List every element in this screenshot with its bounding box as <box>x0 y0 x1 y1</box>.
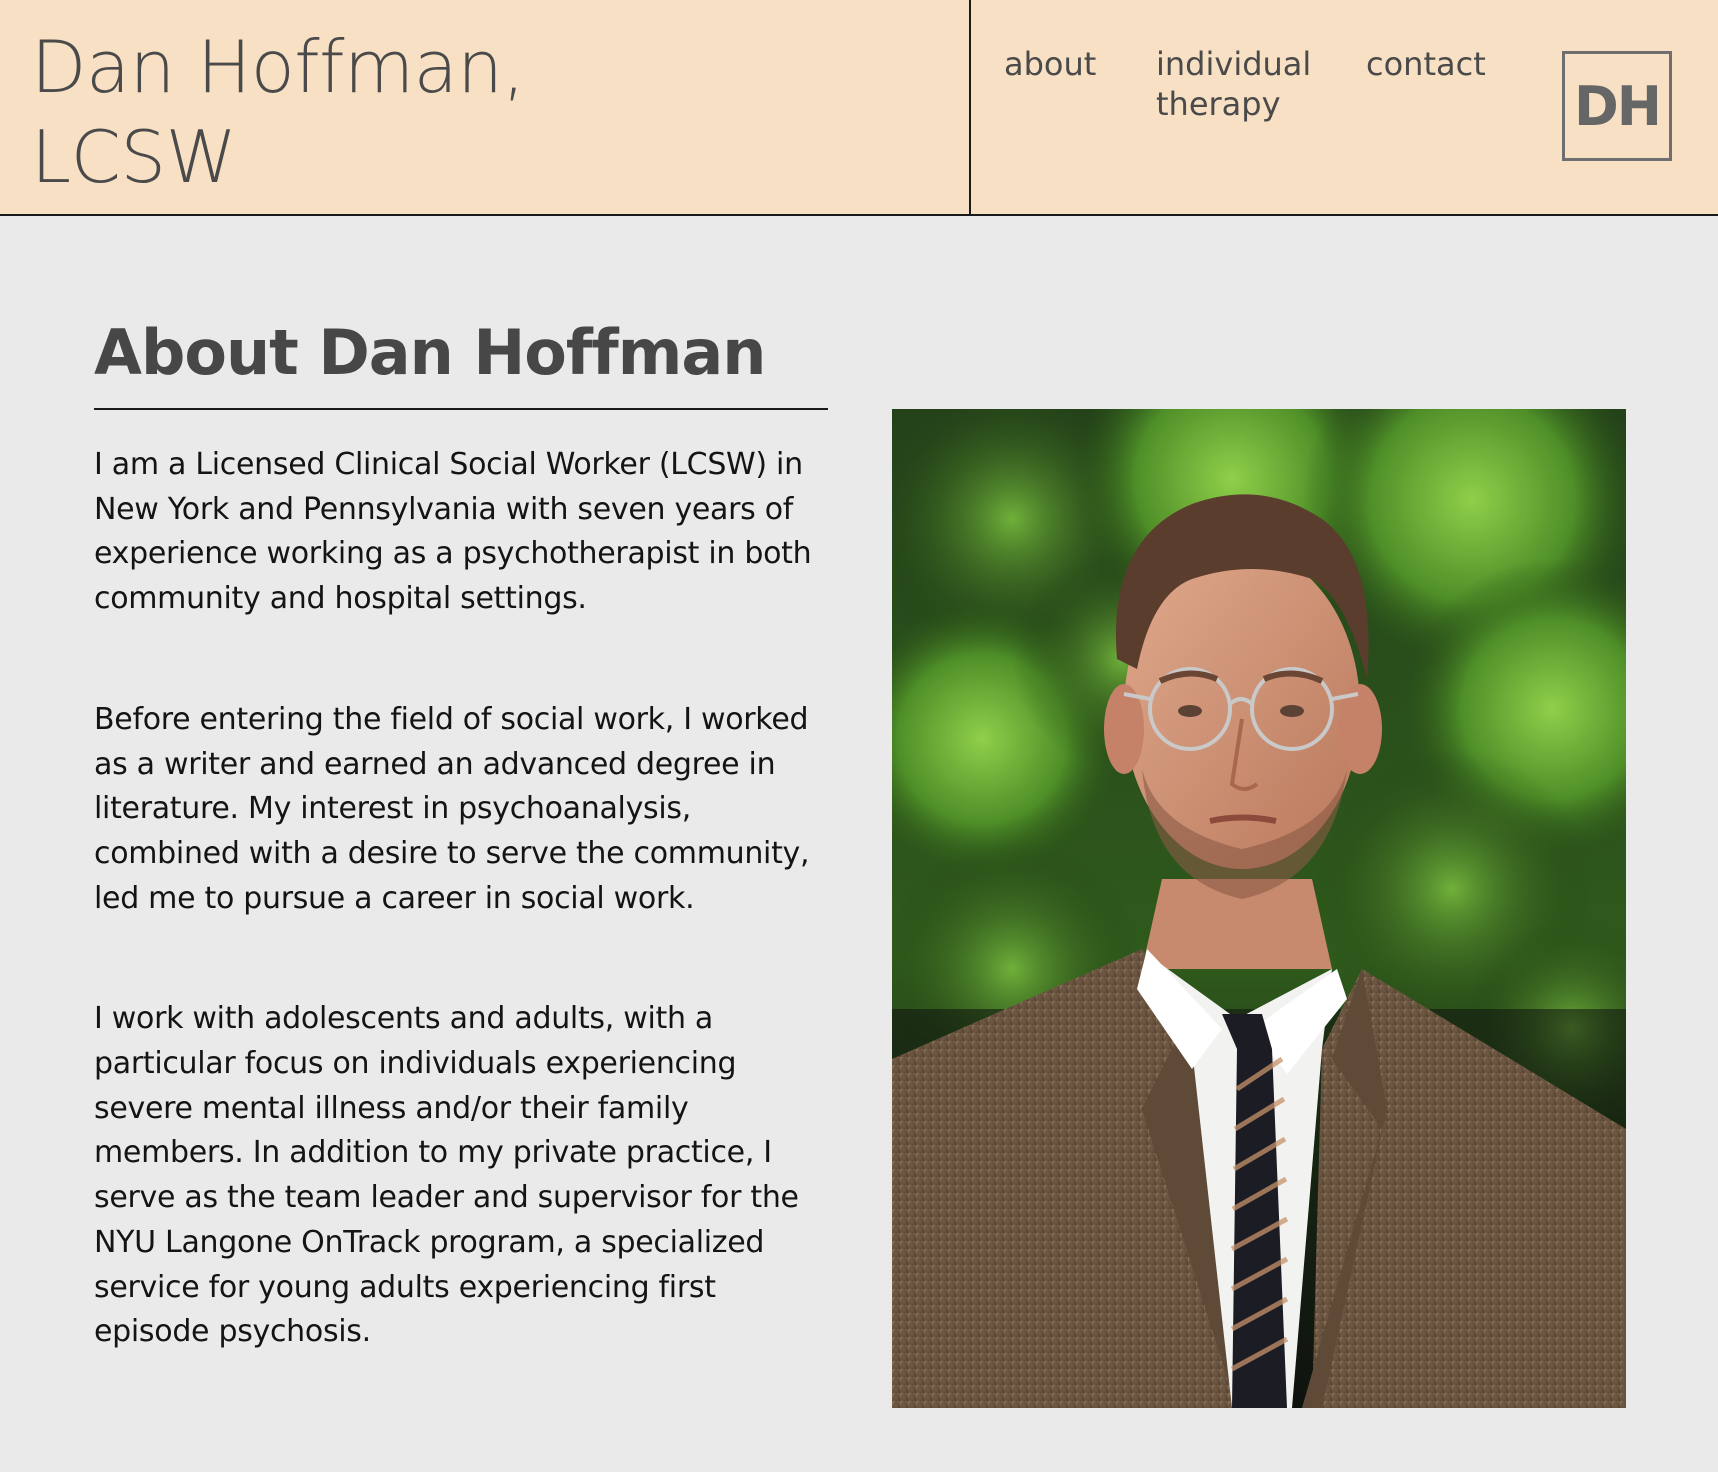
heading-divider <box>94 408 828 410</box>
nav-link-individual-therapy-line1[interactable]: individual <box>1156 44 1311 84</box>
site-header: Dan Hoffman, LCSW about individual thera… <box>0 0 1718 216</box>
nav-link-contact[interactable]: contact <box>1366 44 1486 84</box>
portrait-photo <box>892 409 1626 1408</box>
bio-paragraph-3: I work with adolescents and adults, with… <box>94 1001 799 1350</box>
bio-paragraph-2: Before entering the field of social work… <box>94 701 810 916</box>
site-title-name[interactable]: Dan Hoffman, <box>31 22 931 112</box>
bio-paragraph-1: I am a Licensed Clinical Social Worker (… <box>94 447 812 617</box>
bio-text: I am a Licensed Clinical Social Worker (… <box>94 443 834 1431</box>
page-title: About Dan Hoffman <box>94 316 766 389</box>
dh-logo[interactable]: DH <box>1562 51 1672 161</box>
header-divider <box>969 0 971 216</box>
site-title-credential[interactable]: LCSW <box>31 112 931 202</box>
nav-link-about[interactable]: about <box>1004 44 1096 84</box>
nav-link-individual-therapy-line2[interactable]: therapy <box>1156 84 1311 124</box>
nav-link-individual-therapy[interactable]: individual therapy <box>1156 44 1311 124</box>
site-title[interactable]: Dan Hoffman, LCSW <box>31 22 931 202</box>
